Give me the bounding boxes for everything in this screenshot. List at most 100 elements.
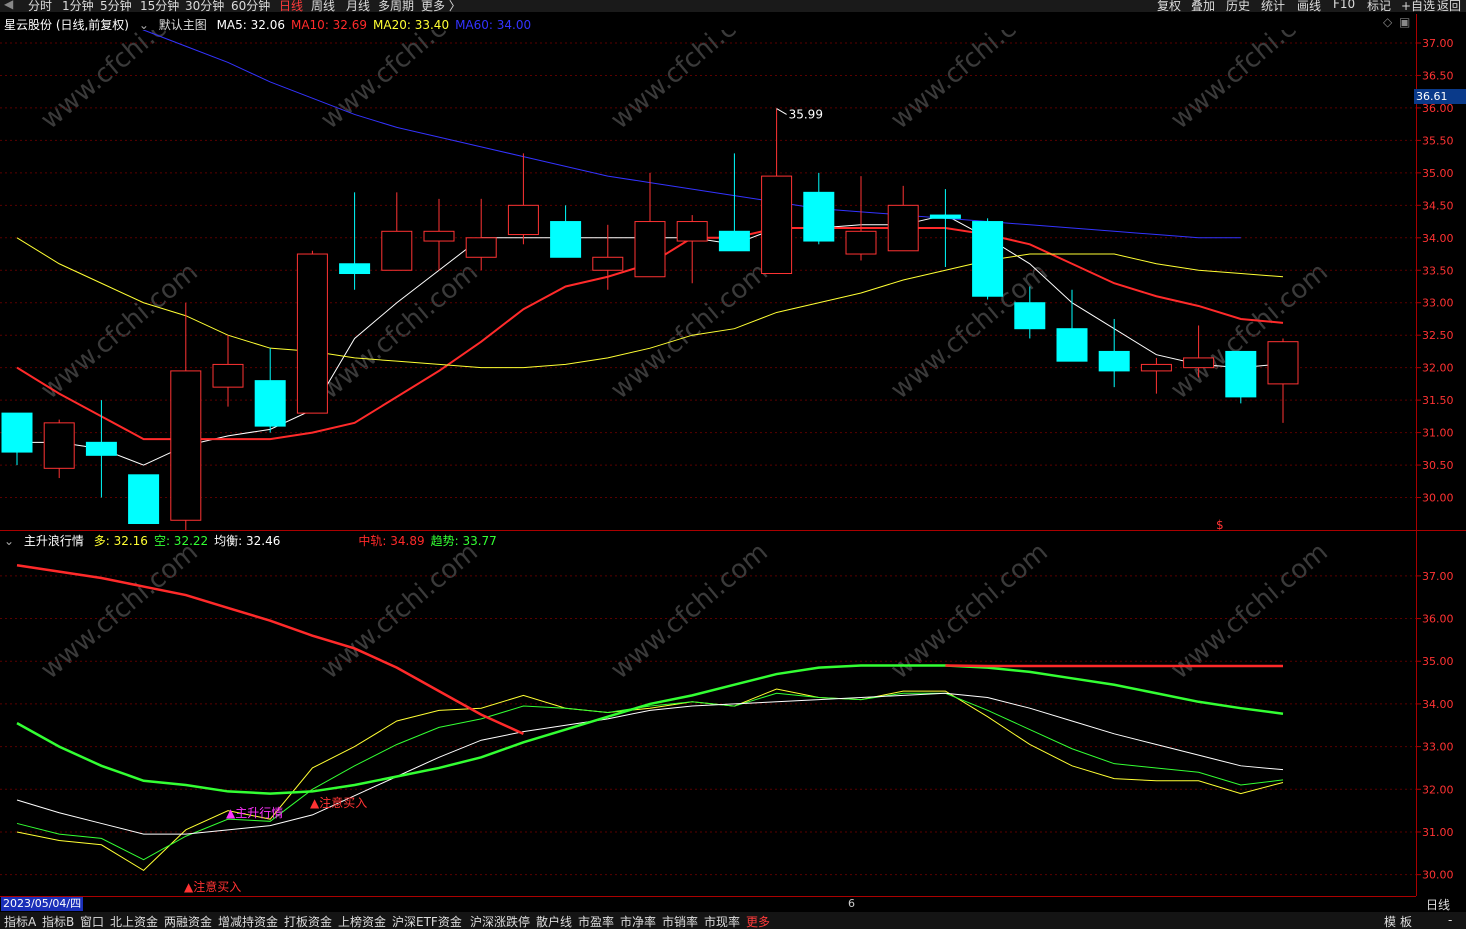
candle-body [1, 412, 33, 453]
candle-body [1098, 350, 1130, 372]
toolbar-button-2[interactable]: 历史 [1226, 0, 1250, 12]
pane-separator[interactable] [0, 530, 1466, 531]
indicator-line [16, 692, 1284, 835]
dollar-marker: $ [1216, 518, 1224, 530]
indicator-tab-5[interactable]: 增减持资金 [218, 913, 278, 929]
tab-control-0[interactable]: 模 [1384, 913, 1396, 929]
candle-body [718, 230, 750, 252]
indicator-line [16, 664, 1284, 795]
tab-control-1[interactable]: 板 [1400, 913, 1412, 929]
toolbar-button-4[interactable]: 画线 [1297, 0, 1321, 12]
candle-body [1225, 350, 1257, 398]
candle-body [170, 370, 202, 521]
indicator-tab-6[interactable]: 打板资金 [284, 913, 332, 929]
candle-body [845, 230, 877, 255]
candle-body [676, 221, 708, 242]
period-tab-5[interactable]: 60分钟 [231, 0, 270, 12]
period-tab-3[interactable]: 15分钟 [140, 0, 179, 12]
toolbar-button-7[interactable]: +自选 [1401, 0, 1435, 12]
indicator-tab-9[interactable]: 沪深涨跌停 [470, 913, 530, 929]
indicator-tab-10[interactable]: 散户线 [536, 913, 572, 929]
toolbar-button-6[interactable]: 标记 [1367, 0, 1391, 12]
period-tab-4[interactable]: 30分钟 [185, 0, 224, 12]
month-marker: 6 [848, 897, 855, 910]
last-price-tag: 36.61 [1414, 89, 1466, 104]
toolbar-button-1[interactable]: 叠加 [1191, 0, 1215, 12]
indicator-tick-label: 30.00 [1422, 869, 1454, 882]
toolbar-button-8[interactable]: 返回 [1437, 0, 1461, 12]
main-candlestick-chart[interactable]: www.cfchi.com www.cfchi.com www.cfchi.com w… [0, 30, 1416, 530]
settings-diamond-icon[interactable]: ◇ [1383, 15, 1392, 29]
watermark-text: www.cfchi.com [605, 546, 774, 685]
period-tab-7[interactable]: 周线 [311, 0, 335, 12]
indicator-tab-2[interactable]: 窗口 [80, 913, 104, 929]
price-tick-label: 37.00 [1422, 37, 1454, 50]
price-tick-label: 31.00 [1422, 427, 1454, 440]
indicator-tab-8[interactable]: 沪深ETF资金 [392, 913, 462, 929]
indicator-chart[interactable]: www.cfchi.com www.cfchi.com www.cfchi.com w… [0, 546, 1416, 896]
indicator-tick-label: 33.00 [1422, 741, 1454, 754]
price-tick-label: 33.50 [1422, 264, 1454, 277]
indicator-tabs: 指标A 指标B 窗口 北上资金 两融资金 增减持资金 打板资金 上榜资金 沪深ETF资金 沪深涨跌… [0, 912, 1466, 929]
candle-body [1183, 357, 1215, 369]
period-indicator[interactable]: 日线 [1426, 896, 1450, 913]
watermark-text: www.cfchi.com [315, 257, 484, 405]
tab-control-2[interactable]: - [1448, 913, 1452, 927]
period-tab-2[interactable]: 5分钟 [100, 0, 132, 12]
watermark-text: www.cfchi.com [315, 30, 484, 135]
indicator-line [16, 692, 1284, 861]
toolbar-button-0[interactable]: 复权 [1157, 0, 1181, 12]
watermark-text: www.cfchi.com [1165, 30, 1334, 135]
indicator-tab-14[interactable]: 市现率 [704, 913, 740, 929]
date-axis [0, 896, 1416, 913]
price-tick-label: 32.50 [1422, 329, 1454, 342]
period-tab-9[interactable]: 多周期 [378, 0, 414, 12]
period-tab-0[interactable]: 分时 [28, 0, 52, 12]
period-tab-6[interactable]: 日线 [279, 0, 303, 12]
high-label: 35.99 [789, 107, 823, 121]
ma-line-ma60 [142, 30, 1241, 239]
indicator-tick-label: 31.00 [1422, 826, 1454, 839]
period-tab-8[interactable]: 月线 [346, 0, 370, 12]
candle-body [1056, 328, 1088, 362]
indicator-tick-label: 36.00 [1422, 613, 1454, 626]
indicator-tab-13[interactable]: 市销率 [662, 913, 698, 929]
indicator-tab-3[interactable]: 北上资金 [110, 913, 158, 929]
indicator-tab-7[interactable]: 上榜资金 [338, 913, 386, 929]
price-tick-label: 35.00 [1422, 167, 1454, 180]
candle-body [1014, 302, 1046, 330]
window-max-icon[interactable]: ▣ [1399, 15, 1410, 29]
toolbar-button-5[interactable]: F10 [1333, 0, 1355, 11]
candle-body [465, 237, 497, 258]
candle-body [381, 230, 413, 271]
collapse-icon[interactable]: ◀ [4, 0, 13, 11]
price-tick-label: 34.50 [1422, 199, 1454, 212]
indicator-tick-label: 37.00 [1422, 570, 1454, 583]
indicator-tab-11[interactable]: 市盈率 [578, 913, 614, 929]
price-axis-ticks: 37.00 36.50 36.00 35.50 35.00 34.50 34.00 33.50… [1417, 37, 1454, 882]
indicator-tab-0[interactable]: 指标A [4, 913, 36, 929]
signal-annotation: ▲注意买入 [310, 795, 367, 810]
indicator-line [16, 688, 1284, 872]
watermark-text: www.cfchi.com [605, 257, 774, 405]
candle-body [634, 221, 666, 278]
indicator-tab-1[interactable]: 指标B [42, 913, 74, 929]
candle-body [972, 221, 1004, 297]
toolbar-button-3[interactable]: 统计 [1261, 0, 1285, 12]
period-tab-1[interactable]: 1分钟 [62, 0, 94, 12]
candle-body [423, 230, 455, 242]
indicator-tab-12[interactable]: 市净率 [620, 913, 656, 929]
price-tick-label: 32.00 [1422, 362, 1454, 375]
price-axis[interactable]: 37.00 36.50 36.00 35.50 35.00 34.50 34.00 33.50… [1416, 14, 1466, 896]
candle-body [339, 263, 371, 275]
watermark-text: www.cfchi.com [35, 546, 204, 685]
watermark-text: www.cfchi.com [885, 257, 1054, 405]
candle-body [254, 380, 286, 427]
watermark-text: www.cfchi.com [605, 30, 774, 135]
watermark-text: www.cfchi.com [35, 30, 204, 135]
candle-body [1267, 341, 1299, 385]
indicator-tab-15[interactable]: 更多 [746, 913, 770, 929]
watermark-text: www.cfchi.com [885, 30, 1054, 135]
period-tab-10[interactable]: 更多 〉 [421, 0, 461, 12]
indicator-tab-4[interactable]: 两融资金 [164, 913, 212, 929]
